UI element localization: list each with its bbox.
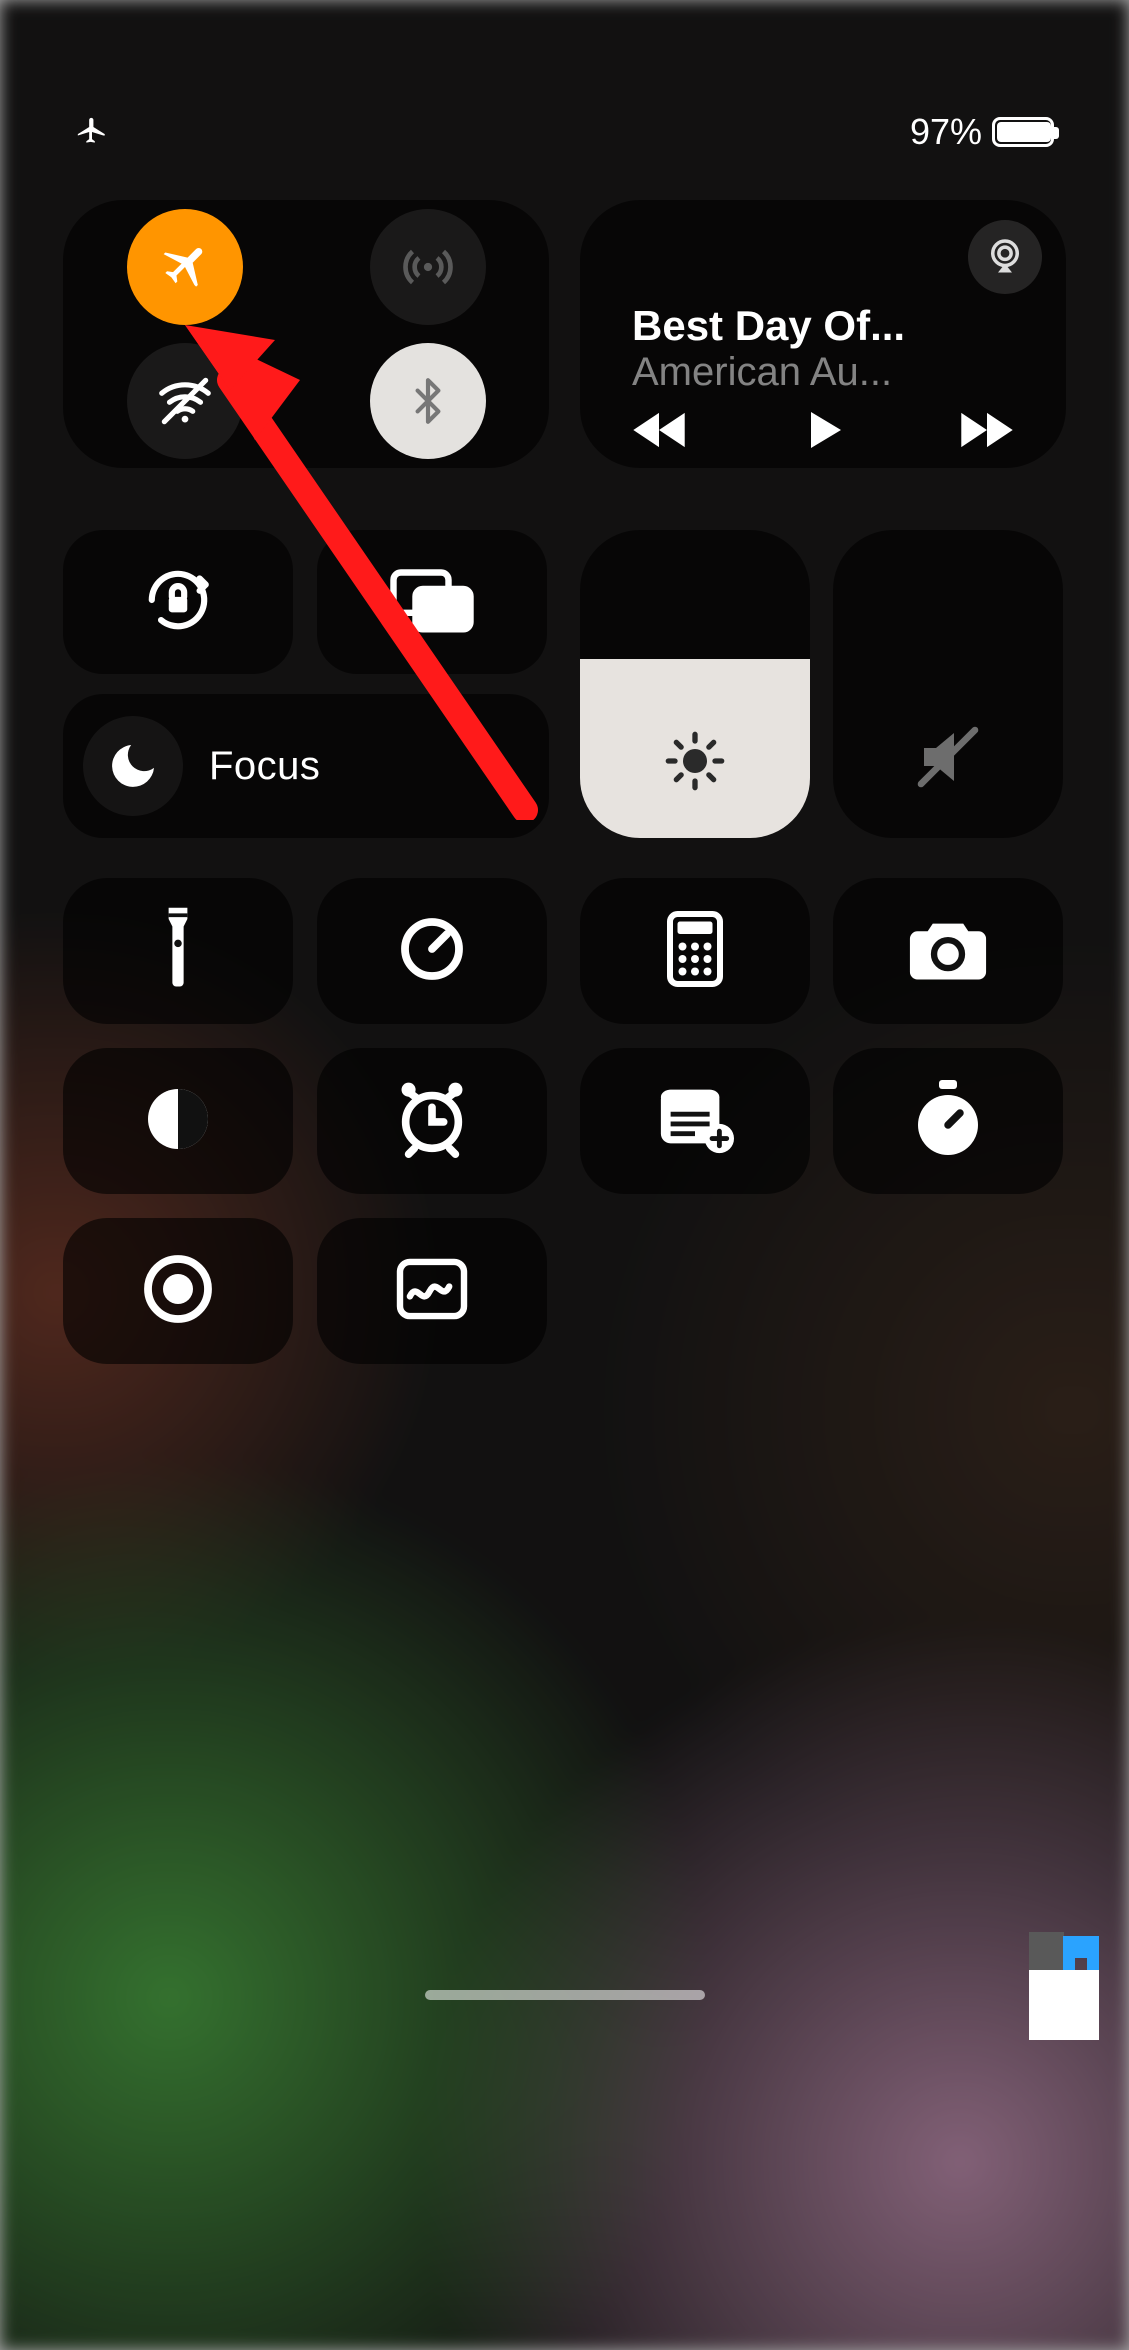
freeform-icon xyxy=(395,1257,469,1326)
status-bar: 97% xyxy=(0,110,1129,154)
media-module[interactable]: Best Day Of... American Au... xyxy=(580,200,1066,468)
stopwatch-icon xyxy=(912,1080,984,1163)
screen-mirroring-icon xyxy=(388,565,476,640)
stopwatch-button[interactable] xyxy=(833,1048,1063,1194)
do-not-disturb-icon xyxy=(83,716,183,816)
camera-button[interactable] xyxy=(833,878,1063,1024)
media-previous-button[interactable] xyxy=(630,410,688,450)
alarm-button[interactable] xyxy=(317,1048,547,1194)
watermark-cut xyxy=(1029,1970,1099,2040)
airplay-button[interactable] xyxy=(968,220,1042,294)
bluetooth-icon xyxy=(403,376,453,426)
media-play-button[interactable] xyxy=(799,406,847,454)
screen-record-icon xyxy=(142,1253,214,1330)
orientation-lock-button[interactable] xyxy=(63,530,293,674)
media-next-button[interactable] xyxy=(958,410,1016,450)
timer-button[interactable] xyxy=(317,878,547,1024)
airplay-icon xyxy=(984,234,1026,281)
airplane-mode-indicator-icon xyxy=(75,115,109,149)
flashlight-icon xyxy=(155,904,201,999)
calculator-button[interactable] xyxy=(580,878,810,1024)
wifi-button[interactable] xyxy=(127,343,243,459)
dark-mode-icon xyxy=(142,1083,214,1160)
airplane-mode-button[interactable] xyxy=(127,209,243,325)
camera-icon xyxy=(907,916,989,987)
volume-slider[interactable] xyxy=(833,530,1063,838)
battery-percent-label: 97% xyxy=(910,111,982,153)
battery-icon xyxy=(992,117,1054,147)
timer-icon xyxy=(396,913,468,990)
calculator-icon xyxy=(665,911,725,992)
sun-icon xyxy=(663,729,727,798)
dark-mode-button[interactable] xyxy=(63,1048,293,1194)
cellular-antenna-icon xyxy=(397,236,459,298)
battery-indicator: 97% xyxy=(910,111,1054,153)
speaker-muted-icon xyxy=(912,721,984,798)
airplane-icon xyxy=(156,238,214,296)
alarm-icon xyxy=(391,1078,473,1165)
freeform-button[interactable] xyxy=(317,1218,547,1364)
quick-note-icon xyxy=(656,1084,734,1159)
screen-mirroring-button[interactable] xyxy=(317,530,547,674)
home-indicator[interactable] xyxy=(425,1990,705,2000)
quick-note-button[interactable] xyxy=(580,1048,810,1194)
orientation-lock-icon xyxy=(141,563,215,642)
focus-button[interactable]: Focus xyxy=(63,694,549,838)
screen-record-button[interactable] xyxy=(63,1218,293,1364)
media-title: Best Day Of... xyxy=(632,302,1042,350)
media-subtitle: American Au... xyxy=(632,350,1042,395)
flashlight-button[interactable] xyxy=(63,878,293,1024)
brightness-slider[interactable] xyxy=(580,530,810,838)
bluetooth-button[interactable] xyxy=(370,343,486,459)
cellular-data-button[interactable] xyxy=(370,209,486,325)
connectivity-module[interactable] xyxy=(63,200,549,468)
focus-label: Focus xyxy=(209,744,320,789)
wifi-off-icon xyxy=(154,370,216,432)
